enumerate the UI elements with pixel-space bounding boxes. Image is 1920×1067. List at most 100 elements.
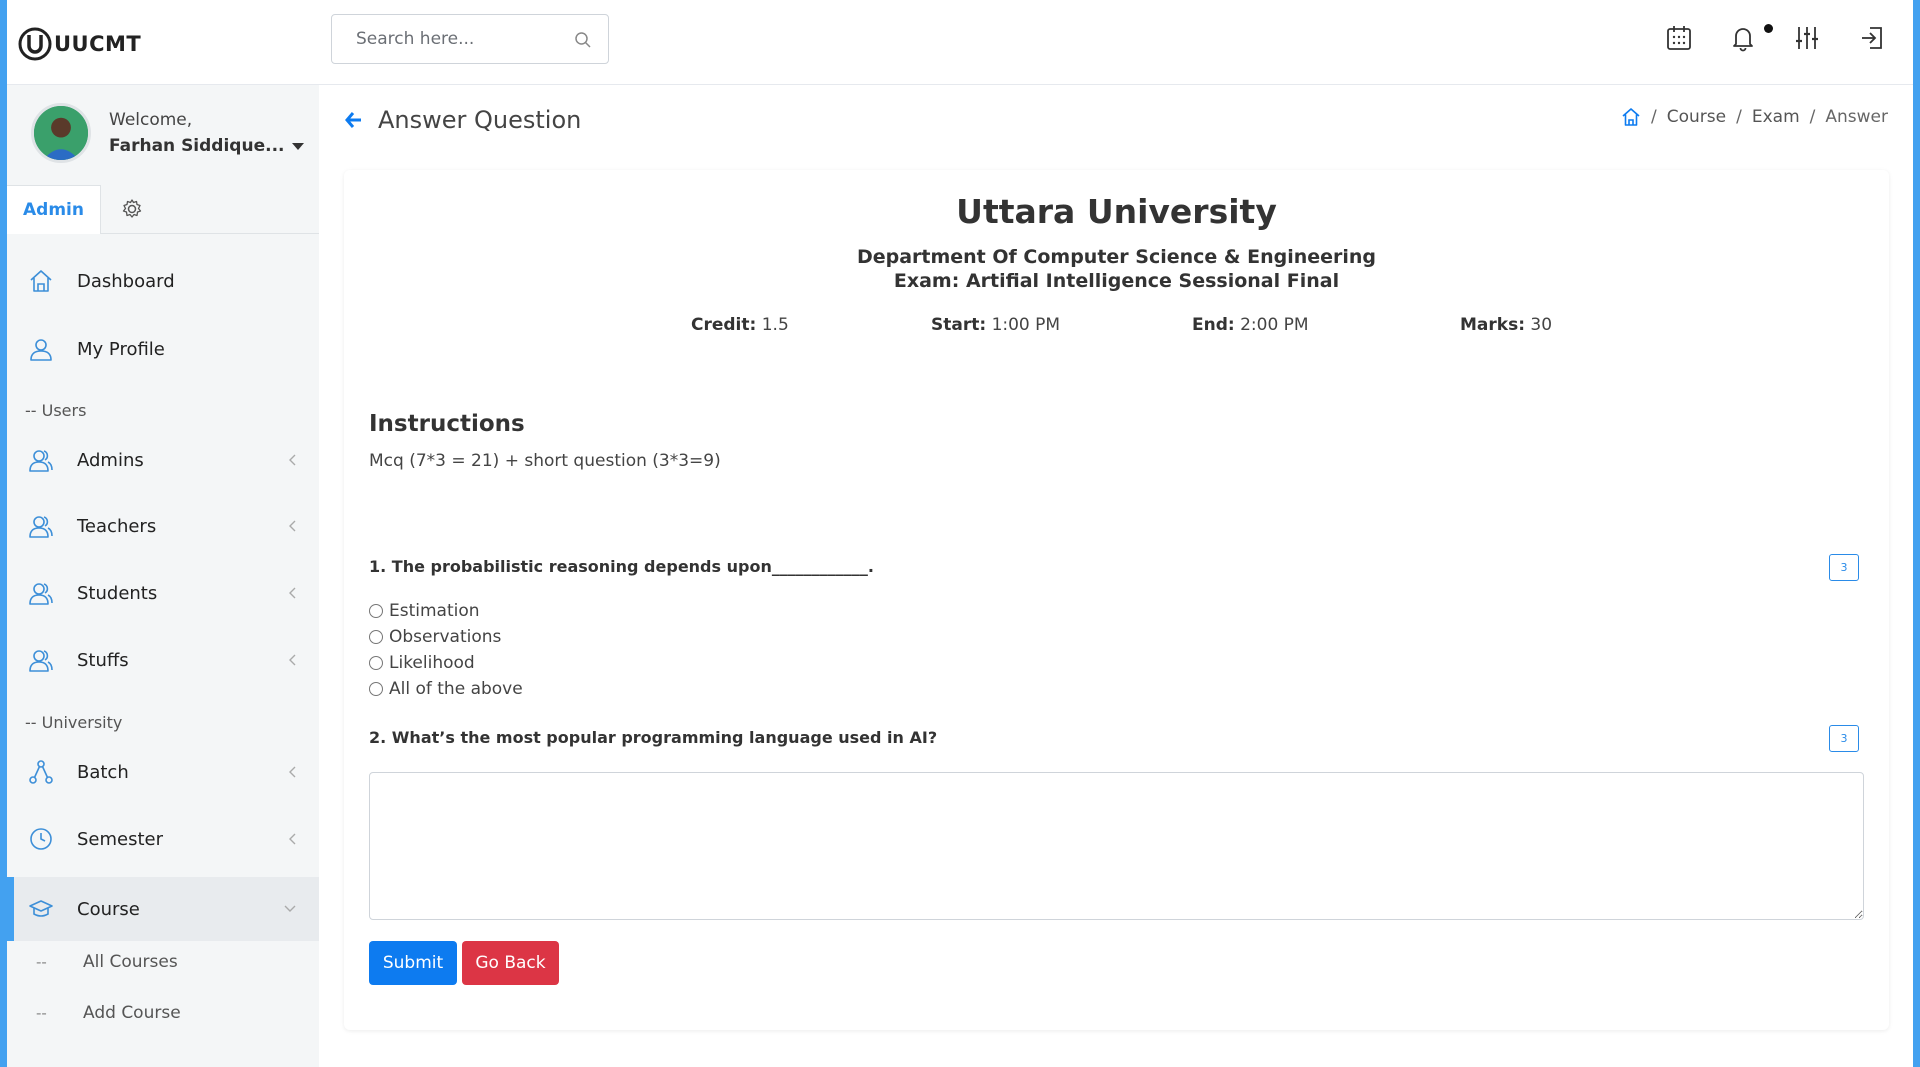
radio-button[interactable]: [369, 630, 383, 644]
radio-button[interactable]: [369, 604, 383, 618]
option-likelihood[interactable]: Likelihood: [369, 653, 475, 673]
clock-icon: [30, 828, 52, 850]
notification-dot: [1764, 24, 1773, 33]
sidebar-item-label: Batch: [77, 761, 129, 783]
sub-item-label: All Courses: [83, 952, 178, 972]
section-label-university: -- University: [25, 713, 123, 732]
sidebar-item-students[interactable]: Students: [7, 561, 319, 625]
end-info: End: 2:00 PM: [1192, 315, 1309, 335]
caret-down-icon: [292, 142, 305, 150]
chevron-left-icon: [289, 587, 296, 599]
arrow-left-icon[interactable]: [344, 110, 364, 130]
sidebar-item-admins[interactable]: Admins: [7, 428, 319, 492]
graduation-cap-icon: [29, 900, 53, 917]
credit-info: Credit: 1.5: [691, 315, 789, 335]
welcome-text: Welcome,: [109, 110, 193, 130]
sidebar-item-label: Teachers: [77, 515, 157, 537]
gear-icon[interactable]: [121, 198, 143, 220]
sidebar-item-batch[interactable]: Batch: [7, 740, 319, 804]
user-icon: [30, 339, 52, 361]
instructions-text: Mcq (7*3 = 21) + short question (3*3=9): [369, 451, 721, 471]
calendar-icon[interactable]: [1665, 24, 1693, 52]
sub-item-dash: --: [36, 953, 47, 971]
breadcrumb: / Course / Exam / Answer: [1621, 107, 1888, 127]
tab-admin[interactable]: Admin: [7, 185, 101, 234]
exam-card: Uttara University Department Of Computer…: [344, 170, 1889, 1030]
avatar[interactable]: [31, 103, 91, 163]
home-icon[interactable]: [1621, 107, 1641, 127]
users-icon: [29, 583, 53, 605]
chevron-left-icon: [289, 454, 296, 466]
user-menu[interactable]: Farhan Siddique...: [109, 136, 305, 156]
user-profile-box: Welcome, Farhan Siddique...: [31, 103, 305, 163]
sidebar-item-label: My Profile: [77, 338, 165, 360]
page-header: Answer Question: [344, 106, 581, 134]
question-2-text: 2. What’s the most popular programming l…: [369, 728, 938, 747]
sidebar-item-stuffs[interactable]: Stuffs: [7, 628, 319, 692]
credit-value: 1.5: [761, 315, 789, 335]
avatar-image: [34, 106, 88, 160]
chevron-left-icon: [289, 520, 296, 532]
breadcrumb-exam[interactable]: Exam: [1752, 107, 1800, 127]
sidebar-item-label: Dashboard: [77, 270, 175, 292]
university-title: Uttara University: [956, 192, 1277, 231]
share-icon: [29, 760, 53, 784]
marks-info: Marks: 30: [1460, 315, 1553, 335]
app-name: UUCMT: [54, 32, 142, 56]
right-accent-stripe: [1913, 0, 1920, 1067]
sidebar-subitem-add-course[interactable]: -- Add Course: [7, 992, 319, 1036]
sidebar-subitem-all-courses[interactable]: -- All Courses: [7, 941, 319, 985]
submit-button[interactable]: Submit: [369, 941, 457, 985]
page-title: Answer Question: [378, 106, 582, 134]
users-icon: [29, 450, 53, 472]
search-box: [331, 14, 609, 64]
sidebar-item-label: Admins: [77, 449, 144, 471]
breadcrumb-course[interactable]: Course: [1667, 107, 1726, 127]
sidebar-item-dashboard[interactable]: Dashboard: [7, 249, 319, 313]
bell-icon[interactable]: [1729, 24, 1757, 52]
option-all-of-the-above[interactable]: All of the above: [369, 679, 523, 699]
question-1-text: 1. The probabilistic reasoning depends u…: [369, 557, 874, 576]
sidebar-item-label: Students: [77, 582, 158, 604]
question-1-marks-badge: 3: [1829, 554, 1859, 581]
sub-item-label: Add Course: [83, 1003, 181, 1023]
radio-button[interactable]: [369, 682, 383, 696]
option-estimation[interactable]: Estimation: [369, 601, 480, 621]
logo-icon: [18, 27, 52, 61]
sliders-icon[interactable]: [1793, 24, 1821, 52]
search-icon[interactable]: [574, 31, 592, 49]
sidebar-item-label: Stuffs: [77, 649, 129, 671]
question-2-marks-badge: 3: [1829, 725, 1859, 752]
sidebar-item-label: Course: [77, 898, 140, 920]
user-name: Farhan Siddique...: [109, 136, 285, 156]
go-back-button[interactable]: Go Back: [462, 941, 559, 985]
sidebar-item-teachers[interactable]: Teachers: [7, 494, 319, 558]
search-input[interactable]: [356, 29, 556, 49]
option-observations[interactable]: Observations: [369, 627, 501, 647]
answer-textarea[interactable]: [369, 772, 1864, 920]
marks-value: 30: [1530, 315, 1553, 335]
chevron-left-icon: [289, 833, 296, 845]
sidebar-item-semester[interactable]: Semester: [7, 807, 319, 871]
chevron-left-icon: [289, 654, 296, 666]
top-bar: UUCMT: [7, 0, 1913, 85]
department-name: Department Of Computer Science & Enginee…: [856, 246, 1377, 268]
end-value: 2:00 PM: [1240, 315, 1309, 335]
left-accent-stripe: [0, 0, 7, 1067]
logout-icon[interactable]: [1858, 24, 1886, 52]
sidebar-item-course[interactable]: Course: [7, 877, 319, 941]
sidebar-item-label: Semester: [77, 828, 164, 850]
start-info: Start: 1:00 PM: [931, 315, 1061, 335]
instructions-title: Instructions: [369, 411, 525, 437]
logo[interactable]: UUCMT: [18, 27, 141, 61]
radio-button[interactable]: [369, 656, 383, 670]
breadcrumb-answer: Answer: [1825, 107, 1888, 127]
start-value: 1:00 PM: [991, 315, 1061, 335]
exam-name: Exam: Artifial Intelligence Sessional Fi…: [893, 270, 1340, 292]
sidebar: Welcome, Farhan Siddique... Admin Dashbo…: [7, 85, 319, 1067]
home-icon: [30, 270, 52, 292]
users-icon: [29, 650, 53, 672]
sidebar-item-my-profile[interactable]: My Profile: [7, 317, 319, 381]
sub-item-dash: --: [36, 1004, 47, 1022]
users-icon: [29, 516, 53, 538]
